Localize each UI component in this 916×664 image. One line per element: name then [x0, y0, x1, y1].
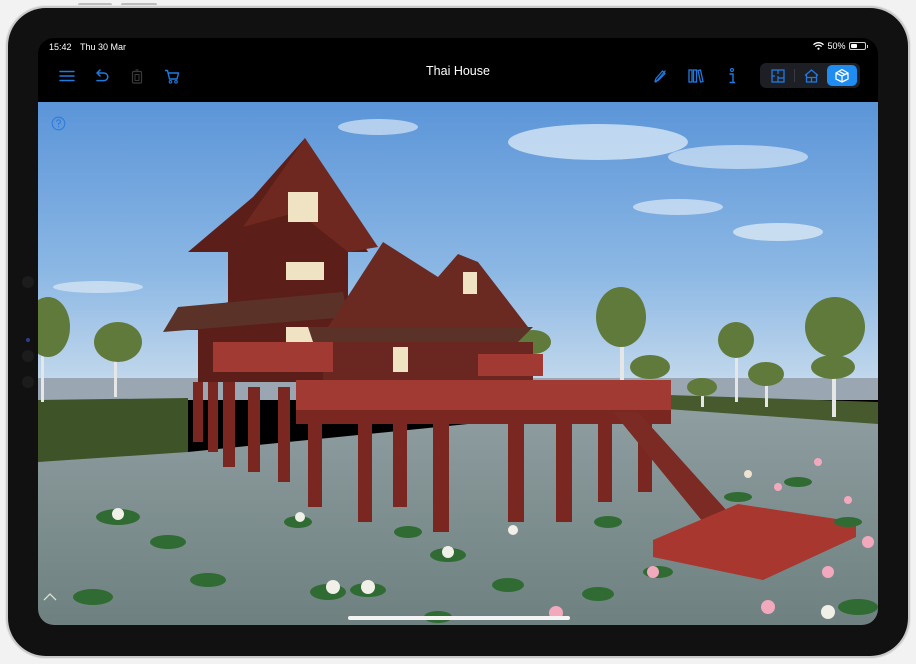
- 3d-scene-render: [38, 102, 878, 625]
- house-elevation-icon: [804, 68, 818, 83]
- battery-icon: [848, 42, 866, 50]
- document-title[interactable]: Thai House: [426, 64, 490, 78]
- undo-button[interactable]: [91, 65, 113, 87]
- chevron-up-icon: [43, 593, 57, 601]
- status-indicators: 50%: [813, 41, 868, 51]
- view-mode-3d[interactable]: [827, 65, 857, 86]
- status-bar: 15:42 Thu 30 Mar 50%: [38, 38, 878, 56]
- pencil-slash-icon: [654, 69, 666, 83]
- toolbar: Thai House: [38, 56, 878, 102]
- delete-button[interactable]: [126, 65, 148, 87]
- side-sensor: [22, 350, 34, 362]
- battery-nub: [866, 44, 868, 48]
- top-hardware-button-1: [78, 3, 112, 7]
- cart-icon: [165, 69, 180, 84]
- side-sensor: [22, 276, 34, 288]
- menu-icon: [59, 70, 75, 82]
- front-camera: [26, 338, 30, 342]
- battery-percentage: 50%: [827, 41, 846, 51]
- home-indicator[interactable]: [348, 616, 570, 620]
- app-screen: 15:42 Thu 30 Mar 50% Thai House: [38, 38, 878, 625]
- edit-toggle-button[interactable]: [649, 65, 671, 87]
- help-button[interactable]: [51, 116, 66, 131]
- floorplan-icon: [771, 68, 785, 83]
- menu-button[interactable]: [56, 65, 78, 87]
- status-date: Thu 30 Mar: [80, 42, 127, 52]
- wifi-icon: [813, 42, 825, 50]
- library-button[interactable]: [685, 65, 707, 87]
- 3d-viewport[interactable]: [38, 102, 878, 625]
- expand-panel-button[interactable]: [42, 590, 58, 602]
- library-icon: [688, 69, 704, 83]
- top-hardware-button-2: [121, 3, 157, 7]
- segment-divider: [794, 69, 795, 82]
- battery-fill: [850, 44, 857, 48]
- 3d-box-icon: [835, 68, 849, 83]
- undo-icon: [96, 69, 109, 82]
- info-button[interactable]: [721, 65, 743, 87]
- view-mode-2d-plan[interactable]: [763, 65, 793, 86]
- status-time: 15:42: [49, 42, 72, 52]
- view-mode-elevation[interactable]: [796, 65, 826, 86]
- shop-button[interactable]: [161, 65, 183, 87]
- info-icon: [729, 68, 735, 84]
- trash-icon: [131, 68, 143, 84]
- question-circle-icon: [51, 116, 66, 131]
- view-mode-segmented-control: [760, 63, 860, 88]
- side-sensor: [22, 376, 34, 388]
